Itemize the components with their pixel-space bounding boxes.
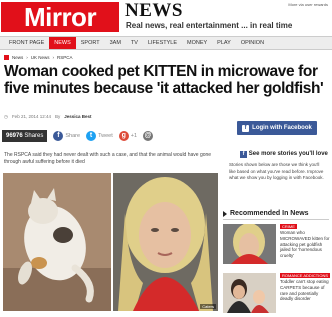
recommended-thumbnail[interactable] bbox=[223, 224, 276, 264]
kitten-image bbox=[3, 173, 111, 311]
byline-prefix: By bbox=[54, 114, 61, 119]
recommended-image bbox=[223, 224, 276, 264]
nav-item-opinion[interactable]: OPINION bbox=[236, 37, 269, 49]
home-icon[interactable] bbox=[4, 55, 9, 60]
recommended-title: Recommended In News bbox=[223, 210, 309, 217]
author-name[interactable]: Jessica Best bbox=[64, 114, 91, 120]
share-bar: 96976 Shares f Share t Tweet g +1 @ bbox=[2, 128, 154, 144]
see-more-title: f See more stories you'll love bbox=[237, 151, 331, 158]
woman-image bbox=[113, 173, 218, 311]
facebook-icon: f bbox=[53, 131, 64, 141]
login-label: Login with Facebook bbox=[252, 125, 312, 131]
breadcrumb: News › UK News › RSPCA bbox=[4, 55, 73, 60]
main-nav: FRONT PAGE NEWS SPORT 3AM TV LIFESTYLE M… bbox=[0, 36, 332, 50]
login-with-facebook-button[interactable]: f Login with Facebook bbox=[237, 121, 317, 135]
recommended-item[interactable]: CRIME Woman who MICROWAVED kitten for at… bbox=[223, 224, 331, 266]
google-plus-button[interactable]: g +1 bbox=[118, 131, 137, 141]
kitten-photo[interactable] bbox=[3, 173, 111, 311]
byline: ◷ Feb 21, 2014 12:44 By Jessica Best bbox=[4, 114, 92, 120]
email-share-button[interactable]: @ bbox=[143, 131, 154, 141]
recommended-item[interactable]: ROMANCE ADDICTIONS Toddler can't stop ea… bbox=[223, 273, 331, 315]
breadcrumb-uk-news[interactable]: UK News bbox=[31, 55, 50, 60]
top-right-link[interactable]: More via user rewards bbox=[288, 2, 328, 7]
nav-item-front-page[interactable]: FRONT PAGE bbox=[4, 37, 49, 49]
article-date: Feb 21, 2014 12:44 bbox=[11, 114, 51, 119]
facebook-icon: f bbox=[242, 124, 250, 132]
breadcrumb-rspca[interactable]: RSPCA bbox=[57, 55, 73, 60]
mirror-logo[interactable]: Mirror bbox=[1, 2, 119, 32]
breadcrumb-news[interactable]: News bbox=[12, 55, 23, 60]
see-more-text: Stories shown below are those we think y… bbox=[229, 162, 324, 180]
divider bbox=[223, 219, 329, 220]
nav-item-money[interactable]: MONEY bbox=[182, 37, 212, 49]
recommended-image bbox=[223, 273, 276, 313]
recommended-headline[interactable]: Woman who MICROWAVED kitten for attackin… bbox=[280, 230, 330, 259]
nav-item-news[interactable]: NEWS bbox=[49, 37, 76, 49]
woman-photo[interactable]: Caters bbox=[113, 173, 218, 311]
nav-item-lifestyle[interactable]: LIFESTYLE bbox=[143, 37, 182, 49]
facebook-icon: f bbox=[240, 151, 248, 158]
recommended-headline[interactable]: Toddler can't stop eating CARPETS becaus… bbox=[280, 279, 330, 302]
nav-item-tv[interactable]: TV bbox=[126, 37, 143, 49]
nav-item-sport[interactable]: SPORT bbox=[76, 37, 105, 49]
category-tag[interactable]: ROMANCE ADDICTIONS bbox=[280, 273, 331, 278]
facebook-share-button[interactable]: f Share bbox=[53, 131, 80, 141]
twitter-icon: t bbox=[86, 131, 97, 141]
nav-item-3am[interactable]: 3AM bbox=[105, 37, 126, 49]
share-count: 96976 Shares bbox=[2, 130, 48, 142]
section-title[interactable]: NEWS bbox=[125, 0, 183, 22]
breadcrumb-separator: › bbox=[52, 55, 55, 60]
google-plus-icon: g bbox=[118, 131, 129, 141]
nav-item-play[interactable]: PLAY bbox=[212, 37, 236, 49]
breadcrumb-separator: › bbox=[26, 55, 28, 60]
recommended-thumbnail[interactable] bbox=[223, 273, 276, 313]
tagline: Real news, real entertainment ... in rea… bbox=[126, 21, 293, 30]
photo-credit: Caters bbox=[200, 304, 216, 309]
twitter-share-button[interactable]: t Tweet bbox=[86, 131, 113, 141]
article-summary: The RSPCA said they had never dealt with… bbox=[4, 152, 212, 165]
clock-icon: ◷ bbox=[4, 114, 8, 119]
email-icon: @ bbox=[143, 131, 154, 141]
article-headline: Woman cooked pet KITTEN in microwave for… bbox=[4, 63, 324, 97]
category-tag[interactable]: CRIME bbox=[280, 224, 297, 229]
